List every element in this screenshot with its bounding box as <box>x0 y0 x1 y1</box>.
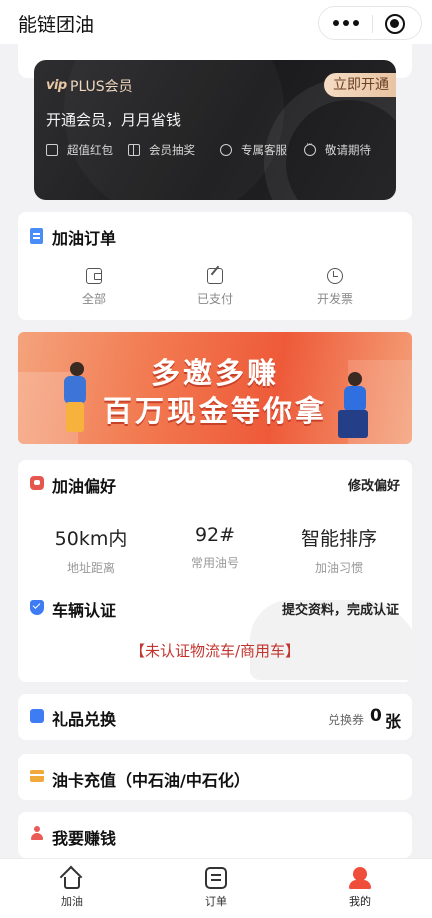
order-filter-label: 已支付 <box>196 292 233 306</box>
pref-distance[interactable]: 50km内 地址距离 <box>26 524 156 576</box>
clock-icon <box>327 268 343 284</box>
document-icon <box>30 228 43 244</box>
capsule-divider <box>372 15 373 33</box>
user-icon <box>349 867 371 889</box>
vip-benefit-label: 专属客服 <box>241 143 287 157</box>
coupon-label: 兑换券 <box>328 713 365 727</box>
tab-home[interactable]: 加油 <box>32 865 112 909</box>
more-icon[interactable] <box>333 17 359 29</box>
vip-benefit-label: 超值红包 <box>67 143 113 157</box>
wallet-icon <box>86 268 102 284</box>
earn-title: 我要赚钱 <box>52 829 117 848</box>
vip-benefit-lottery[interactable]: 会员抽奖 <box>128 142 195 158</box>
order-filter-invoice[interactable]: 开发票 <box>290 268 380 307</box>
redpacket-icon <box>46 144 58 156</box>
top-bar: 能链团油 <box>0 0 432 44</box>
banner-headline: 多邀多赚 <box>150 356 279 390</box>
vip-slogan: 开通会员，月月省钱 <box>46 111 182 129</box>
shopping-bag-icon <box>30 709 44 723</box>
vip-benefit-label: 会员抽奖 <box>149 143 195 157</box>
orders-title: 加油订单 <box>52 229 117 248</box>
order-filter-label: 全部 <box>81 292 106 306</box>
pref-value: 智能排序 <box>300 528 377 550</box>
vip-benefit-more[interactable]: 敬请期待 <box>304 140 371 158</box>
app-title: 能链团油 <box>18 14 95 36</box>
mini-program-capsule <box>318 6 422 40</box>
card-icon <box>30 770 44 782</box>
shield-check-icon <box>30 600 44 615</box>
order-filter-paid[interactable]: 已支付 <box>170 268 260 307</box>
fuel-card-title: 油卡充值（中石油/中石化） <box>52 771 250 790</box>
pref-fuel-type[interactable]: 92# 常用油号 <box>150 524 280 571</box>
edit-icon <box>207 268 223 284</box>
vip-title: PLUS会员 <box>70 79 133 95</box>
submit-cert-link[interactable]: 提交资料，完成认证 <box>282 599 399 618</box>
tab-label: 我的 <box>349 895 371 908</box>
pref-label: 加油习惯 <box>314 561 363 575</box>
order-filter-all[interactable]: 全部 <box>49 268 139 307</box>
banner-subheadline: 百万现金等你拿 <box>102 394 327 428</box>
order-filter-label: 开发票 <box>316 292 353 306</box>
coupon-count: 0 <box>370 706 382 726</box>
pref-label: 地址距离 <box>66 561 115 575</box>
gift-title: 礼品兑换 <box>52 710 117 729</box>
tab-label: 订单 <box>205 895 227 908</box>
headset-icon <box>220 144 232 156</box>
invite-banner[interactable]: 多邀多赚 百万现金等你拿 <box>18 332 412 444</box>
tab-orders[interactable]: 订单 <box>176 867 256 909</box>
cert-status-note[interactable]: 【未认证物流车/商用车】 <box>18 640 412 661</box>
coupon-unit: 张 <box>385 712 402 731</box>
pref-label: 常用油号 <box>190 556 239 570</box>
heart-icon <box>30 476 44 490</box>
vip-open-button[interactable]: 立即开通 <box>324 73 396 97</box>
person-icon <box>30 826 44 840</box>
pref-value: 50km内 <box>54 528 128 550</box>
close-target-icon[interactable] <box>385 14 405 34</box>
gift-icon <box>128 144 140 156</box>
vip-logo: vip <box>46 78 67 93</box>
tab-me[interactable]: 我的 <box>320 867 400 909</box>
list-icon <box>205 867 227 889</box>
pref-value: 92# <box>194 524 236 546</box>
more-dots-icon <box>304 140 316 156</box>
vehicle-cert-title: 车辆认证 <box>52 601 117 620</box>
pref-habit[interactable]: 智能排序 加油习惯 <box>274 524 404 576</box>
preference-title: 加油偏好 <box>52 477 117 496</box>
tab-label: 加油 <box>61 895 83 908</box>
edit-preference-link[interactable]: 修改偏好 <box>348 475 400 494</box>
vip-benefit-redpacket[interactable]: 超值红包 <box>46 142 113 158</box>
home-icon <box>59 865 83 889</box>
vip-benefit-label: 敬请期待 <box>325 143 371 157</box>
bottom-tab-bar: 加油 订单 我的 <box>0 858 432 918</box>
vip-plus-card[interactable]: vip PLUS会员 立即开通 开通会员，月月省钱 超值红包 会员抽奖 专属客服… <box>34 60 396 200</box>
vip-benefit-service[interactable]: 专属客服 <box>220 142 287 158</box>
